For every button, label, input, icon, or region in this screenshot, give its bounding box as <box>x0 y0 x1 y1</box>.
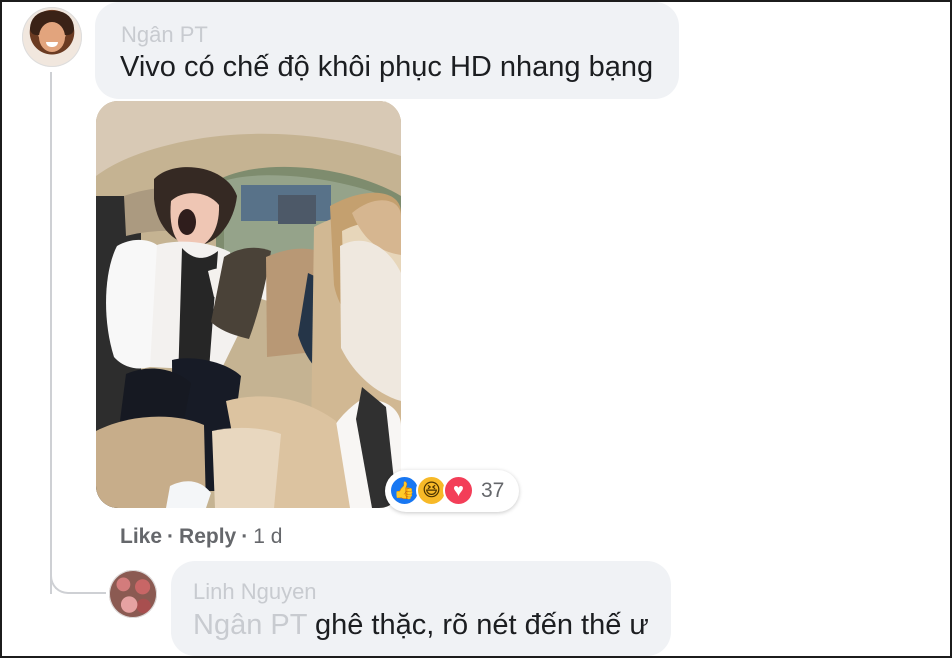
action-separator: · <box>167 525 175 548</box>
comment-text: Vivo có chế độ khôi phục HD nhang bạng <box>120 51 654 83</box>
left-frame-line <box>0 0 2 658</box>
car-interior-photo-illustration <box>96 101 401 508</box>
commenter-avatar[interactable] <box>22 7 82 67</box>
timestamp-separator: · <box>241 525 249 548</box>
reply-text-line: Ngân PT ghê thặc, rõ nét đến thế ư <box>193 608 649 642</box>
thread-line <box>50 72 52 594</box>
like-button[interactable]: Like <box>120 525 162 548</box>
reply-author[interactable]: Linh Nguyen <box>193 580 317 604</box>
reply-mention[interactable]: Ngân PT <box>193 609 307 641</box>
reply-avatar[interactable] <box>109 570 157 618</box>
love-icon: ♥ <box>443 475 474 506</box>
reply-thread-connector <box>50 570 106 594</box>
reply-text: ghê thặc, rõ nét đến thế ư <box>314 609 649 641</box>
comment-photo[interactable] <box>96 101 401 508</box>
reaction-count: 37 <box>481 479 505 502</box>
comment-thread-screenshot: Ngân PT Vivo có chế độ khôi phục HD nhan… <box>0 0 952 658</box>
comment-timestamp[interactable]: 1 d <box>253 525 282 548</box>
reactions-summary[interactable]: 👍 😆 ♥ 37 <box>385 470 519 512</box>
reply-button[interactable]: Reply <box>179 525 236 548</box>
comment-actions: Like · Reply · 1 d <box>120 523 282 551</box>
comment-author[interactable]: Ngân PT <box>121 23 208 47</box>
